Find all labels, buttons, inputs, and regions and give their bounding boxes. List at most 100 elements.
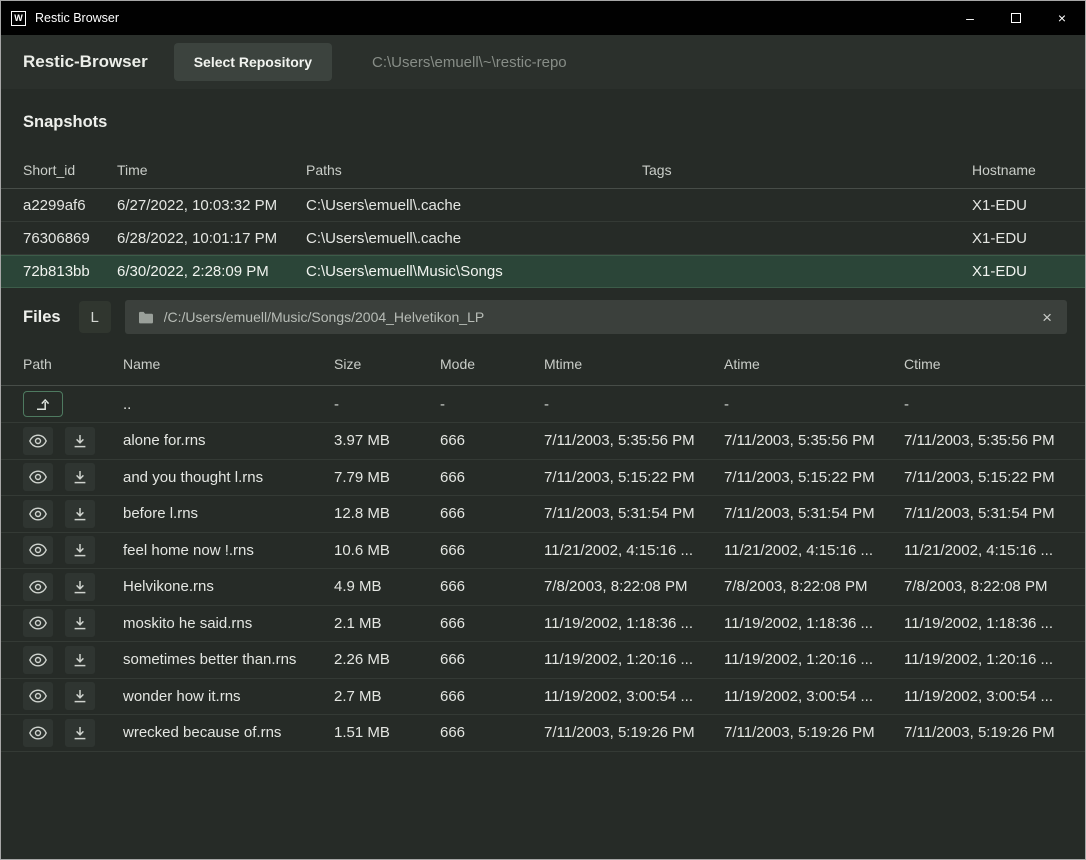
file-atime: 11/21/2002, 4:15:16 ... — [724, 542, 904, 559]
download-icon — [73, 726, 87, 740]
minimize-button[interactable]: – — [947, 1, 993, 35]
parent-directory-row: .. - - - - - — [1, 386, 1085, 423]
files-section-title: Files — [23, 308, 61, 327]
snapshot-short-id: 72b813bb — [23, 263, 117, 280]
file-ctime: 7/8/2003, 8:22:08 PM — [904, 578, 1063, 595]
file-ctime: 11/19/2002, 1:18:36 ... — [904, 615, 1063, 632]
file-atime: - — [724, 396, 904, 413]
snapshot-time: 6/30/2022, 2:28:09 PM — [117, 263, 306, 280]
file-ctime: 7/11/2003, 5:19:26 PM — [904, 724, 1063, 741]
download-file-button[interactable] — [65, 609, 95, 637]
snapshot-paths: C:\Users\emuell\.cache — [306, 197, 642, 214]
file-ctime: 11/19/2002, 3:00:54 ... — [904, 688, 1063, 705]
download-file-button[interactable] — [65, 719, 95, 747]
snapshots-section-title: Snapshots — [1, 89, 1085, 152]
download-file-button[interactable] — [65, 500, 95, 528]
column-header-paths: Paths — [306, 162, 642, 178]
download-file-button[interactable] — [65, 573, 95, 601]
eye-icon — [29, 434, 47, 448]
current-path-input[interactable]: /C:/Users/emuell/Music/Songs/2004_Helvet… — [125, 300, 1067, 334]
eye-icon — [29, 689, 47, 703]
snapshot-hostname: X1-EDU — [972, 230, 1063, 247]
file-mtime: 11/19/2002, 3:00:54 ... — [544, 688, 724, 705]
file-atime: 7/11/2003, 5:35:56 PM — [724, 432, 904, 449]
minimize-icon: – — [966, 10, 974, 26]
file-size: 7.79 MB — [334, 469, 440, 486]
download-icon — [73, 689, 87, 703]
file-ctime: 7/11/2003, 5:15:22 PM — [904, 469, 1063, 486]
snapshots-table: Short_id Time Paths Tags Hostname a2299a… — [1, 152, 1085, 288]
download-file-button[interactable] — [65, 682, 95, 710]
preview-file-button[interactable] — [23, 682, 53, 710]
app-header: Restic-Browser Select Repository C:\User… — [1, 35, 1085, 89]
preview-file-button[interactable] — [23, 719, 53, 747]
eye-icon — [29, 543, 47, 557]
eye-icon — [29, 653, 47, 667]
file-mtime: - — [544, 396, 724, 413]
download-file-button[interactable] — [65, 646, 95, 674]
file-mtime: 7/8/2003, 8:22:08 PM — [544, 578, 724, 595]
file-mode: 666 — [440, 505, 544, 522]
close-icon: × — [1058, 10, 1066, 26]
files-table-header: Path Name Size Mode Mtime Atime Ctime — [1, 342, 1085, 386]
eye-icon — [29, 580, 47, 594]
preview-file-button[interactable] — [23, 536, 53, 564]
file-mode: - — [440, 396, 544, 413]
file-ctime: - — [904, 396, 1063, 413]
file-size: 2.7 MB — [334, 688, 440, 705]
clear-path-button[interactable]: × — [1040, 309, 1054, 326]
snapshot-paths: C:\Users\emuell\Music\Songs — [306, 263, 642, 280]
preview-file-button[interactable] — [23, 463, 53, 491]
titlebar: W Restic Browser – × — [1, 1, 1085, 35]
preview-file-button[interactable] — [23, 573, 53, 601]
file-name: sometimes better than.rns — [123, 651, 334, 668]
snapshot-row[interactable]: a2299af6 6/27/2022, 10:03:32 PM C:\Users… — [1, 189, 1085, 222]
file-mode: 666 — [440, 651, 544, 668]
file-row: wonder how it.rns 2.7 MB 666 11/19/2002,… — [1, 679, 1085, 716]
download-icon — [73, 616, 87, 630]
download-icon — [73, 507, 87, 521]
file-mtime: 7/11/2003, 5:35:56 PM — [544, 432, 724, 449]
maximize-button[interactable] — [993, 1, 1039, 35]
file-atime: 7/8/2003, 8:22:08 PM — [724, 578, 904, 595]
download-file-button[interactable] — [65, 536, 95, 564]
preview-file-button[interactable] — [23, 609, 53, 637]
file-ctime: 11/19/2002, 1:20:16 ... — [904, 651, 1063, 668]
download-icon — [73, 543, 87, 557]
file-mtime: 7/11/2003, 5:31:54 PM — [544, 505, 724, 522]
file-atime: 7/11/2003, 5:15:22 PM — [724, 469, 904, 486]
column-header-atime: Atime — [724, 356, 904, 372]
file-row: Helvikone.rns 4.9 MB 666 7/8/2003, 8:22:… — [1, 569, 1085, 606]
snapshot-row[interactable]: 76306869 6/28/2022, 10:01:17 PM C:\Users… — [1, 222, 1085, 255]
file-atime: 11/19/2002, 1:18:36 ... — [724, 615, 904, 632]
snapshot-paths: C:\Users\emuell\.cache — [306, 230, 642, 247]
download-icon — [73, 580, 87, 594]
window-title: Restic Browser — [35, 11, 947, 25]
close-button[interactable]: × — [1039, 1, 1085, 35]
column-header-short-id: Short_id — [23, 162, 117, 178]
column-header-name: Name — [123, 356, 334, 372]
file-row: before l.rns 12.8 MB 666 7/11/2003, 5:31… — [1, 496, 1085, 533]
file-mtime: 11/21/2002, 4:15:16 ... — [544, 542, 724, 559]
download-file-button[interactable] — [65, 427, 95, 455]
file-mtime: 7/11/2003, 5:15:22 PM — [544, 469, 724, 486]
file-name: before l.rns — [123, 505, 334, 522]
file-size: 2.26 MB — [334, 651, 440, 668]
download-icon — [73, 653, 87, 667]
select-repository-button[interactable]: Select Repository — [174, 43, 332, 81]
column-header-tags: Tags — [642, 162, 972, 178]
file-mode: 666 — [440, 615, 544, 632]
file-name: and you thought l.rns — [123, 469, 334, 486]
tree-view-toggle-button[interactable]: L — [79, 301, 111, 333]
go-up-directory-button[interactable] — [23, 391, 63, 417]
window-controls: – × — [947, 1, 1085, 35]
preview-file-button[interactable] — [23, 500, 53, 528]
snapshot-hostname: X1-EDU — [972, 197, 1063, 214]
snapshot-hostname: X1-EDU — [972, 263, 1063, 280]
preview-file-button[interactable] — [23, 646, 53, 674]
file-row: alone for.rns 3.97 MB 666 7/11/2003, 5:3… — [1, 423, 1085, 460]
snapshot-row[interactable]: 72b813bb 6/30/2022, 2:28:09 PM C:\Users\… — [1, 255, 1085, 288]
download-file-button[interactable] — [65, 463, 95, 491]
preview-file-button[interactable] — [23, 427, 53, 455]
snapshot-short-id: 76306869 — [23, 230, 117, 247]
